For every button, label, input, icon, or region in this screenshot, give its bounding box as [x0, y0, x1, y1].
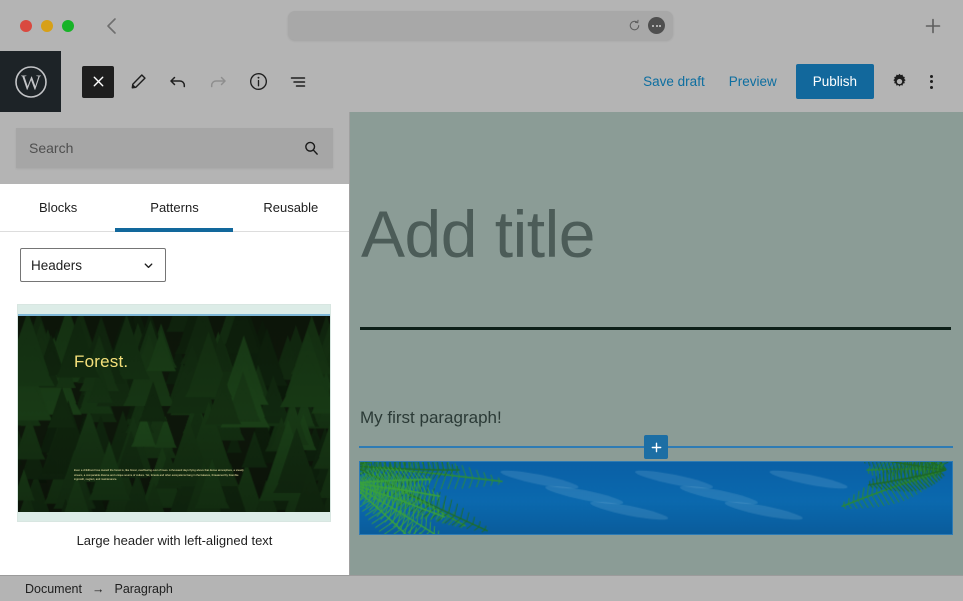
- block-insertion-line: [359, 435, 953, 460]
- toolbar-left-group: [82, 65, 314, 98]
- breadcrumb: Document → Paragraph: [0, 575, 963, 601]
- search-box[interactable]: [16, 128, 333, 168]
- svg-text:W: W: [21, 70, 41, 94]
- chevron-down-icon: [142, 259, 155, 272]
- info-icon[interactable]: [242, 66, 274, 98]
- window-traffic-lights: [20, 19, 74, 32]
- search-input[interactable]: [29, 140, 303, 156]
- toolbar-right-group: Save draft Preview Publish: [631, 64, 963, 99]
- pattern-category-value: Headers: [31, 257, 83, 273]
- image-block[interactable]: [359, 461, 953, 536]
- more-options-icon[interactable]: [648, 17, 665, 34]
- pattern-list: Forest. Even a childhood love toward the…: [0, 292, 349, 575]
- add-block-button[interactable]: [644, 435, 668, 460]
- tab-patterns[interactable]: Patterns: [116, 184, 232, 231]
- wordpress-logo[interactable]: W: [0, 51, 61, 112]
- breadcrumb-arrow-icon: →: [91, 581, 105, 596]
- kebab-menu-icon[interactable]: [915, 66, 947, 98]
- tab-blocks[interactable]: Blocks: [0, 184, 116, 231]
- editor-toolbar: W Save draft Preview Publish: [0, 51, 963, 112]
- title-area: Add title: [350, 112, 963, 269]
- block-inserter-panel: Blocks Patterns Reusable Headers: [0, 112, 350, 575]
- pattern-preview-body: Even a childhood love toward the forest …: [74, 469, 244, 482]
- address-bar[interactable]: [288, 11, 673, 40]
- pattern-preview-title: Forest.: [74, 352, 129, 371]
- search-icon: [303, 140, 320, 157]
- gear-icon[interactable]: [883, 66, 915, 98]
- redo-icon[interactable]: [202, 66, 234, 98]
- zoom-window-button[interactable]: [62, 19, 74, 32]
- palm-image-canvas: [360, 462, 952, 535]
- pattern-top-band: [18, 305, 330, 314]
- app-root: W Save draft Preview Publish Search Bloc…: [0, 0, 963, 601]
- separator-block[interactable]: [360, 327, 951, 331]
- list-view-icon[interactable]: [282, 66, 314, 98]
- back-button[interactable]: [101, 15, 123, 37]
- undo-icon[interactable]: [162, 66, 194, 98]
- pattern-category-select[interactable]: Headers: [20, 248, 166, 282]
- breadcrumb-document[interactable]: Document: [25, 582, 82, 596]
- publish-button[interactable]: Publish: [795, 64, 874, 99]
- browser-chrome: [0, 0, 963, 51]
- pencil-icon[interactable]: [122, 66, 154, 98]
- preview-button[interactable]: Preview: [717, 67, 789, 96]
- reload-icon[interactable]: [628, 19, 641, 32]
- editor-canvas: Add title My first paragraph!: [350, 112, 963, 575]
- breadcrumb-paragraph[interactable]: Paragraph: [114, 582, 172, 596]
- forest-image: Forest. Even a childhood love toward the…: [18, 316, 330, 512]
- close-inserter-button[interactable]: [82, 65, 114, 98]
- pattern-item[interactable]: Forest. Even a childhood love toward the…: [17, 304, 332, 548]
- pattern-caption: Large header with left-aligned text: [76, 533, 273, 548]
- tab-reusable[interactable]: Reusable: [233, 184, 349, 231]
- post-title-input[interactable]: Add title: [361, 199, 951, 269]
- pattern-preview: Forest. Even a childhood love toward the…: [17, 304, 331, 522]
- paragraph-block[interactable]: My first paragraph!: [360, 408, 963, 428]
- new-tab-button[interactable]: [921, 14, 945, 38]
- save-draft-button[interactable]: Save draft: [631, 67, 717, 96]
- kebab-dots: [929, 74, 933, 89]
- inserter-tabs: Blocks Patterns Reusable: [0, 184, 349, 232]
- minimize-window-button[interactable]: [41, 19, 53, 32]
- close-window-button[interactable]: [20, 19, 32, 32]
- search-zone: [0, 112, 349, 184]
- filter-zone: Headers: [0, 232, 349, 292]
